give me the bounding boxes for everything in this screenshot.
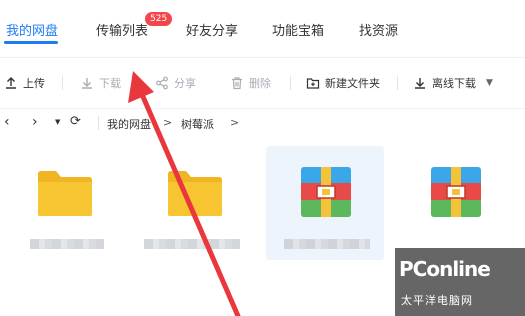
tab-friend-share[interactable]: 好友分享 (186, 20, 238, 39)
delete-label: 删除 (249, 77, 271, 90)
breadcrumb-my-disk[interactable]: 我的网盘 (107, 116, 151, 132)
watermark-logo: PConline 太平洋电脑网 (395, 248, 525, 316)
tab-toolbox[interactable]: 功能宝箱 (272, 20, 324, 39)
top-tab-bar: 我的网盘 传输列表 525 好友分享 功能宝箱 找资源 (0, 0, 525, 58)
breadcrumb-current-folder[interactable]: 树莓派 (181, 116, 214, 132)
tab-find-resources[interactable]: 找资源 (359, 20, 398, 39)
new-folder-button[interactable]: 新建文件夹 (306, 74, 380, 92)
archive-icon (431, 167, 481, 217)
toolbar-divider (62, 76, 63, 90)
file-name-blurred (284, 239, 370, 249)
download-icon (80, 76, 94, 90)
upload-button[interactable]: 上传 (4, 74, 45, 92)
archive-item-selected[interactable] (266, 146, 384, 260)
download-button[interactable]: 下载 (80, 74, 121, 92)
toolbar-divider (397, 76, 398, 90)
new-folder-icon (306, 76, 320, 90)
breadcrumb-bar: ‹ › ▼ ⟳ 我的网盘 > 树莓派 > (0, 108, 525, 134)
chevron-down-icon[interactable]: ▼ (486, 78, 493, 88)
history-dropdown-icon[interactable]: ▼ (55, 118, 60, 126)
refresh-icon[interactable]: ⟳ (70, 114, 81, 129)
breadcrumb-separator: > (230, 116, 240, 129)
watermark-brand: PConline (399, 257, 491, 281)
download-label: 下载 (99, 77, 121, 90)
breadcrumb-divider (98, 116, 99, 130)
share-label: 分享 (174, 77, 196, 90)
share-icon (155, 76, 169, 90)
tab-my-disk[interactable]: 我的网盘 (6, 20, 58, 39)
folder-item[interactable] (16, 146, 116, 258)
transfer-count-badge: 525 (145, 12, 173, 26)
toolbar-divider (290, 76, 291, 90)
archive-icon (301, 167, 351, 217)
folder-icon (168, 171, 222, 216)
file-toolbar: 上传 下载 分享 删除 新建文件夹 离线下载 ▼ (0, 70, 525, 96)
folder-item[interactable] (142, 146, 242, 258)
upload-label: 上传 (23, 77, 45, 90)
archive-item[interactable] (404, 146, 514, 258)
offline-download-button[interactable]: 离线下载 ▼ (413, 74, 493, 92)
delete-button[interactable]: 删除 (230, 74, 271, 92)
back-icon[interactable]: ‹ (4, 114, 10, 130)
forward-icon[interactable]: › (32, 114, 38, 130)
new-folder-label: 新建文件夹 (325, 77, 380, 90)
file-name-blurred (30, 239, 104, 249)
folder-icon (38, 171, 92, 216)
breadcrumb-separator: > (163, 116, 173, 129)
share-button[interactable]: 分享 (155, 74, 196, 92)
trash-icon (230, 76, 244, 90)
upload-icon (4, 76, 18, 90)
offline-download-label: 离线下载 (432, 77, 476, 90)
watermark-subtitle: 太平洋电脑网 (401, 294, 473, 307)
tab-transfer-list[interactable]: 传输列表 (96, 20, 148, 39)
download-icon (413, 76, 427, 90)
file-name-blurred (144, 239, 240, 249)
active-tab-indicator (4, 41, 58, 44)
